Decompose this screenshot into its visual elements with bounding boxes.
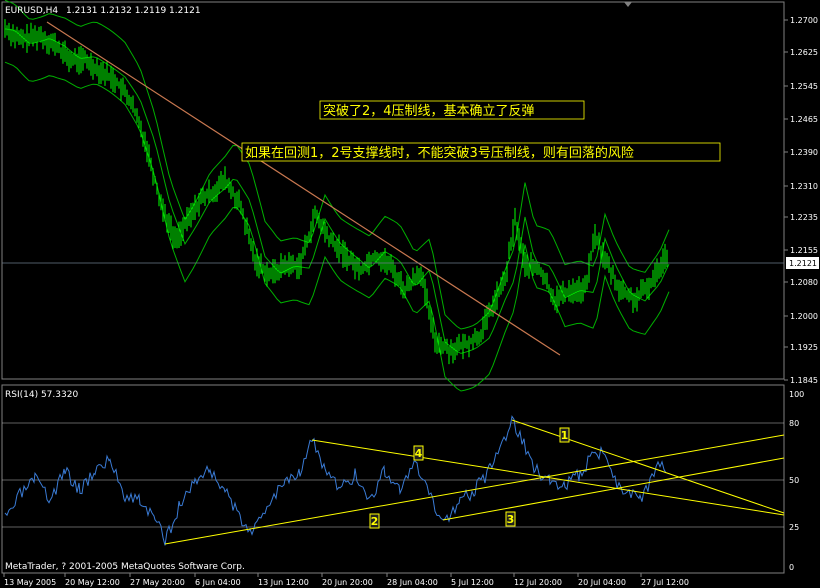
rsi-axis-label: 0 <box>789 563 794 572</box>
svg-text:1: 1 <box>561 429 569 442</box>
price-axis-label: 1.2000 <box>790 312 818 321</box>
svg-text:4: 4 <box>415 447 423 460</box>
time-axis-label: 27 May 20:00 <box>130 578 185 587</box>
time-axis-label: 12 Jul 20:00 <box>514 578 562 587</box>
time-axis-label: 5 Jul 12:00 <box>451 578 494 587</box>
time-axis-label: 28 Jun 04:00 <box>387 578 438 587</box>
rsi-marker-1: 1 <box>559 427 570 443</box>
time-axis-label: 6 Jun 04:00 <box>195 578 241 587</box>
price-panel[interactable] <box>1 1 785 380</box>
price-axis-label: 1.2310 <box>790 182 818 191</box>
time-axis-label: 13 Jun 12:00 <box>258 578 309 587</box>
rsi-marker-3: 3 <box>505 511 516 527</box>
svg-text:2: 2 <box>371 515 379 528</box>
time-axis-label: 20 Jun 20:00 <box>322 578 373 587</box>
price-axis-label: 1.2390 <box>790 148 818 157</box>
rsi-axis-label: 80 <box>789 419 799 428</box>
price-axis-label: 1.2155 <box>790 246 818 255</box>
price-axis-label: 1.1925 <box>790 343 818 352</box>
symbol-header: EURUSD,H4 <box>5 6 58 16</box>
rsi-axis-label: 100 <box>789 390 804 399</box>
price-axis-label: 1.2080 <box>790 278 818 287</box>
rsi-axis-label: 25 <box>789 523 799 532</box>
svg-text:3: 3 <box>507 513 515 526</box>
copyright-text: MetaTrader, ? 2001-2005 MetaQuotes Softw… <box>5 562 245 572</box>
rsi-marker-2: 2 <box>369 513 380 529</box>
note-text-1: 突破了2，4压制线，基本确立了反弹 <box>323 103 535 119</box>
note-text-2: 如果在回测1，2号支撑线时，不能突破3号压制线，则有回落的风险 <box>245 145 634 161</box>
time-axis-label: 27 Jul 12:00 <box>641 578 689 587</box>
time-axis-label: 20 Jul 04:00 <box>578 578 626 587</box>
price-axis-label: 1.2465 <box>790 115 818 124</box>
rsi-header: RSI(14) 57.3320 <box>5 390 78 400</box>
price-axis-label: 1.2700 <box>790 16 818 25</box>
current-price-value: 1.2121 <box>789 259 817 268</box>
time-axis-label: 20 May 12:00 <box>65 578 120 587</box>
rsi-marker-4: 4 <box>413 445 424 461</box>
trading-chart[interactable]: 1 2 3 4 突破了2，4压制线，基本确立了反弹 如果在回测1，2号支撑线时，… <box>0 0 820 588</box>
price-axis-label: 1.1845 <box>790 376 818 385</box>
ohlc-values: 1.2131 1.2132 1.2119 1.2121 <box>66 6 201 16</box>
rsi-axis-label: 50 <box>789 476 799 485</box>
price-axis-label: 1.2235 <box>790 213 818 222</box>
price-axis-label: 1.2545 <box>790 82 818 91</box>
time-axis-label: 13 May 2005 <box>4 578 56 587</box>
price-axis-label: 1.2625 <box>790 48 818 57</box>
